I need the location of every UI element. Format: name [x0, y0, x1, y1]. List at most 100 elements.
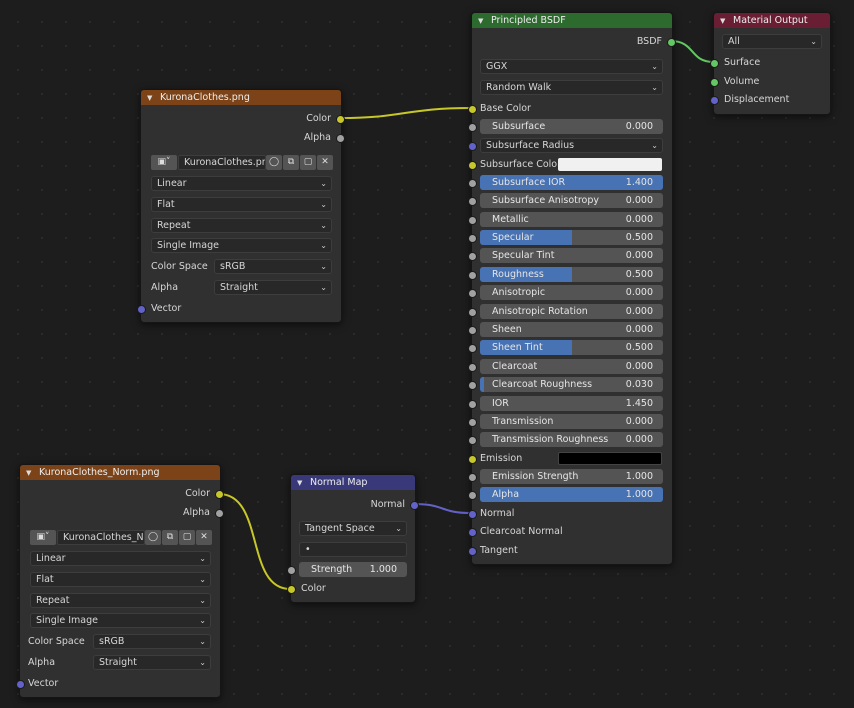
specular-tint-field[interactable]: Specular Tint 0.000 [480, 248, 663, 263]
output-bsdf-socket[interactable] [667, 38, 676, 47]
output-alpha-socket[interactable] [215, 509, 224, 518]
emission-color-swatch[interactable] [558, 452, 662, 465]
subsurface-color-swatch[interactable] [558, 158, 662, 171]
strength-field[interactable]: Strength 1.000 [299, 562, 407, 577]
fake-user-shield-icon[interactable]: ◯ [145, 529, 161, 545]
target-dropdown[interactable]: All ⌄ [722, 34, 822, 49]
alpha-mode-dropdown[interactable]: Straight ⌄ [214, 280, 332, 295]
node-header[interactable]: ▼ Principled BSDF [472, 13, 672, 28]
specular-field[interactable]: Specular 0.500 [480, 230, 663, 245]
fake-user-shield-icon[interactable]: ◯ [266, 154, 282, 170]
input-subsurface-radius-socket[interactable] [468, 142, 477, 151]
output-alpha-socket[interactable] [336, 134, 345, 143]
close-icon[interactable]: ✕ [196, 529, 212, 545]
node-header[interactable]: ▼ KuronaClothes_Norm.png [20, 465, 220, 480]
input-ior-socket[interactable] [468, 400, 477, 409]
input-subsurface-socket[interactable] [468, 123, 477, 132]
input-subsurface-color-socket[interactable] [468, 161, 477, 170]
input-strength-socket[interactable] [287, 566, 296, 575]
subsurface-radius-dropdown[interactable]: Subsurface Radius ⌄ [480, 138, 663, 153]
input-alpha-socket[interactable] [468, 491, 477, 500]
input-volume-socket[interactable] [710, 78, 719, 87]
sheen-tint-field[interactable]: Sheen Tint 0.500 [480, 340, 663, 355]
uv-map-field[interactable]: • [299, 542, 407, 557]
anisotropic-field[interactable]: Anisotropic 0.000 [480, 285, 663, 300]
interpolation-dropdown[interactable]: Linear ⌄ [151, 176, 332, 191]
metallic-field[interactable]: Metallic 0.000 [480, 212, 663, 227]
input-specular-tint-socket[interactable] [468, 252, 477, 261]
input-subsurface-anisotropy-socket[interactable] [468, 197, 477, 206]
principled-bsdf-node[interactable]: ▼ Principled BSDF BSDF GGX ⌄ Random Walk ⌄… [468, 12, 676, 565]
input-color-socket[interactable] [287, 585, 296, 594]
output-normal-socket[interactable] [410, 501, 419, 510]
subsurface-method-dropdown[interactable]: Random Walk ⌄ [480, 80, 663, 95]
image-name-field[interactable]: KuronaClothes_No... [57, 529, 145, 545]
subsurface-anisotropy-field[interactable]: Subsurface Anisotropy 0.000 [480, 193, 663, 208]
distribution-dropdown[interactable]: GGX ⌄ [480, 59, 663, 74]
interpolation-dropdown[interactable]: Linear ⌄ [30, 551, 211, 566]
normal-map-node[interactable]: ▼ Normal Map Normal Tangent Space ⌄ • Str… [287, 474, 419, 603]
image-selector[interactable]: ▣˅ KuronaClothes_No... ◯ ⧉ ▢ ✕ [30, 529, 213, 545]
subsurface-ior-field[interactable]: Subsurface IOR 1.400 [480, 175, 663, 190]
input-metallic-socket[interactable] [468, 216, 477, 225]
chevron-down-icon[interactable]: ▼ [478, 17, 487, 25]
alpha-mode-dropdown[interactable]: Straight ⌄ [93, 655, 211, 670]
input-surface-socket[interactable] [710, 59, 719, 68]
duplicate-icon[interactable]: ⧉ [162, 529, 178, 545]
alpha-field[interactable]: Alpha 1.000 [480, 487, 663, 502]
extension-dropdown[interactable]: Repeat ⌄ [151, 218, 332, 233]
color-space-dropdown[interactable]: sRGB ⌄ [93, 634, 211, 649]
material-output-node[interactable]: ▼ Material Output All ⌄ Surface Volume Di… [710, 12, 831, 115]
emission-strength-field[interactable]: Emission Strength 1.000 [480, 469, 663, 484]
input-transmission-roughness-socket[interactable] [468, 436, 477, 445]
output-color-socket[interactable] [336, 115, 345, 124]
chevron-down-icon[interactable]: ▼ [26, 469, 35, 477]
input-clearcoat-socket[interactable] [468, 363, 477, 372]
close-icon[interactable]: ✕ [317, 154, 333, 170]
chevron-down-icon[interactable]: ▼ [147, 94, 156, 102]
input-base-color-socket[interactable] [468, 105, 477, 114]
image-name-field[interactable]: KuronaClothes.png [178, 154, 266, 170]
ior-field[interactable]: IOR 1.450 [480, 396, 663, 411]
source-dropdown[interactable]: Single Image ⌄ [30, 613, 211, 628]
chevron-down-icon[interactable]: ▼ [297, 479, 306, 487]
duplicate-icon[interactable]: ⧉ [283, 154, 299, 170]
node-header[interactable]: ▼ Material Output [714, 13, 830, 28]
input-normal-socket[interactable] [468, 510, 477, 519]
input-anisotropic-rotation-socket[interactable] [468, 308, 477, 317]
transmission-roughness-field[interactable]: Transmission Roughness 0.000 [480, 432, 663, 447]
input-subsurface-ior-socket[interactable] [468, 179, 477, 188]
transmission-field[interactable]: Transmission 0.000 [480, 414, 663, 429]
subsurface-field[interactable]: Subsurface 0.000 [480, 119, 663, 134]
folder-icon[interactable]: ▢ [179, 529, 195, 545]
input-sheen-socket[interactable] [468, 326, 477, 335]
image-selector[interactable]: ▣˅ KuronaClothes.png ◯ ⧉ ▢ ✕ [151, 154, 334, 170]
sheen-field[interactable]: Sheen 0.000 [480, 322, 663, 337]
folder-icon[interactable]: ▢ [300, 154, 316, 170]
source-dropdown[interactable]: Single Image ⌄ [151, 238, 332, 253]
input-anisotropic-socket[interactable] [468, 289, 477, 298]
image-texture-node-2[interactable]: ▼ KuronaClothes_Norm.png Color Alpha ▣˅ … [16, 464, 224, 698]
image-texture-node-1[interactable]: ▼ KuronaClothes.png Color Alpha ▣˅ Kuron… [137, 89, 345, 323]
node-header[interactable]: ▼ Normal Map [291, 475, 415, 490]
chevron-down-icon[interactable]: ▼ [720, 17, 729, 25]
input-tangent-socket[interactable] [468, 547, 477, 556]
image-browse-icon[interactable]: ▣˅ [30, 529, 56, 545]
input-clearcoat-roughness-socket[interactable] [468, 381, 477, 390]
input-displacement-socket[interactable] [710, 96, 719, 105]
image-browse-icon[interactable]: ▣˅ [151, 154, 177, 170]
input-sheen-tint-socket[interactable] [468, 344, 477, 353]
clearcoat-field[interactable]: Clearcoat 0.000 [480, 359, 663, 374]
input-clearcoat-normal-socket[interactable] [468, 528, 477, 537]
input-emission-strength-socket[interactable] [468, 473, 477, 482]
clearcoat-roughness-field[interactable]: Clearcoat Roughness 0.030 [480, 377, 663, 392]
input-vector-socket[interactable] [137, 305, 146, 314]
projection-dropdown[interactable]: Flat ⌄ [30, 572, 211, 587]
node-header[interactable]: ▼ KuronaClothes.png [141, 90, 341, 105]
input-vector-socket[interactable] [16, 680, 25, 689]
output-color-socket[interactable] [215, 490, 224, 499]
space-dropdown[interactable]: Tangent Space ⌄ [299, 521, 407, 536]
input-emission-socket[interactable] [468, 455, 477, 464]
roughness-field[interactable]: Roughness 0.500 [480, 267, 663, 282]
anisotropic-rotation-field[interactable]: Anisotropic Rotation 0.000 [480, 304, 663, 319]
